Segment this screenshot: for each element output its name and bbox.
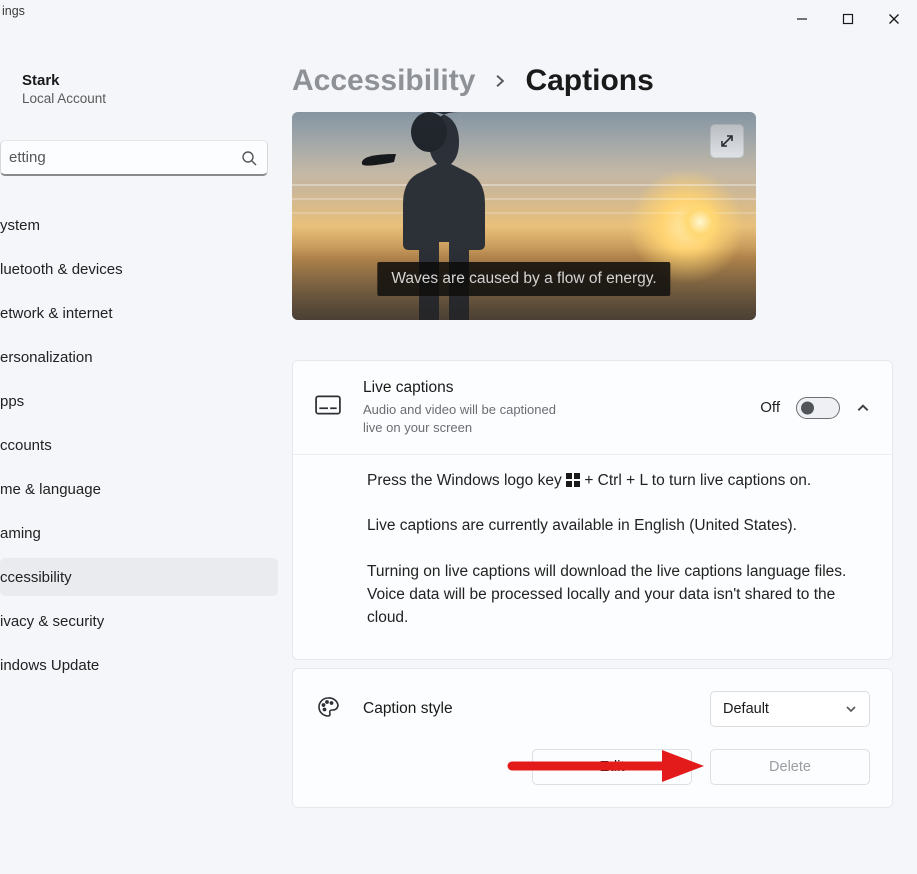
nav-apps[interactable]: pps xyxy=(0,382,278,420)
nav: ystem luetooth & devices etwork & intern… xyxy=(0,206,282,684)
live-captions-title: Live captions xyxy=(363,379,738,397)
maximize-button[interactable] xyxy=(825,4,871,34)
live-captions-header[interactable]: Live captions Audio and video will be ca… xyxy=(293,361,892,454)
chevron-down-icon xyxy=(845,703,857,715)
nav-privacy-security[interactable]: ivacy & security xyxy=(0,602,278,640)
live-captions-hint-shortcut: Press the Windows logo key + Ctrl + L to… xyxy=(367,469,870,492)
toggle-knob xyxy=(801,401,814,414)
live-captions-toggle[interactable] xyxy=(796,397,840,419)
account-name: Stark xyxy=(22,72,282,89)
delete-style-button: Delete xyxy=(710,749,870,785)
expand-preview-button[interactable] xyxy=(710,124,744,158)
search-input[interactable] xyxy=(7,148,241,167)
edit-style-button[interactable]: Edit xyxy=(532,749,692,785)
minimize-button[interactable] xyxy=(779,4,825,34)
nav-gaming[interactable]: aming xyxy=(0,514,278,552)
nav-system[interactable]: ystem xyxy=(0,206,278,244)
nav-network-internet[interactable]: etwork & internet xyxy=(0,294,278,332)
nav-accessibility[interactable]: ccessibility xyxy=(0,558,278,596)
palette-icon xyxy=(315,695,341,724)
caption-style-card: Caption style Default Edit Delete xyxy=(292,668,893,808)
search-icon xyxy=(241,150,257,166)
live-captions-availability: Live captions are currently available in… xyxy=(367,514,870,537)
preview-decor xyxy=(678,200,722,244)
breadcrumb: Accessibility Captions xyxy=(292,64,893,98)
breadcrumb-parent[interactable]: Accessibility xyxy=(292,64,475,98)
nav-time-language[interactable]: me & language xyxy=(0,470,278,508)
nav-accounts[interactable]: ccounts xyxy=(0,426,278,464)
chevron-up-icon[interactable] xyxy=(856,401,870,415)
live-captions-sub: Audio and video will be captioned live o… xyxy=(363,401,563,436)
chevron-right-icon xyxy=(493,74,507,88)
page-title: Captions xyxy=(525,64,653,98)
caption-sample-text: Waves are caused by a flow of energy. xyxy=(377,262,670,296)
nav-windows-update[interactable]: indows Update xyxy=(0,646,278,684)
caption-style-select[interactable]: Default xyxy=(710,691,870,727)
nav-personalization[interactable]: ersonalization xyxy=(0,338,278,376)
caption-style-title: Caption style xyxy=(363,700,688,718)
account-block[interactable]: Stark Local Account xyxy=(0,72,282,106)
sidebar: Stark Local Account ystem luetooth & dev… xyxy=(0,34,292,874)
live-captions-card: Live captions Audio and video will be ca… xyxy=(292,360,893,660)
windows-logo-icon xyxy=(566,473,580,487)
live-captions-privacy: Turning on live captions will download t… xyxy=(367,560,870,630)
captions-icon xyxy=(315,395,341,420)
live-captions-state-label: Off xyxy=(760,399,780,416)
account-type: Local Account xyxy=(22,91,282,106)
expand-icon xyxy=(719,133,735,149)
close-button[interactable] xyxy=(871,4,917,34)
main-content: Accessibility Captions Waves are caused … xyxy=(292,34,917,874)
search-box[interactable] xyxy=(0,140,268,176)
titlebar: ings xyxy=(0,0,917,34)
caption-style-value: Default xyxy=(723,701,769,717)
window-title-fragment: ings xyxy=(2,4,25,18)
caption-preview: Waves are caused by a flow of energy. xyxy=(292,112,756,320)
nav-bluetooth-devices[interactable]: luetooth & devices xyxy=(0,250,278,288)
live-captions-body: Press the Windows logo key + Ctrl + L to… xyxy=(293,454,892,659)
